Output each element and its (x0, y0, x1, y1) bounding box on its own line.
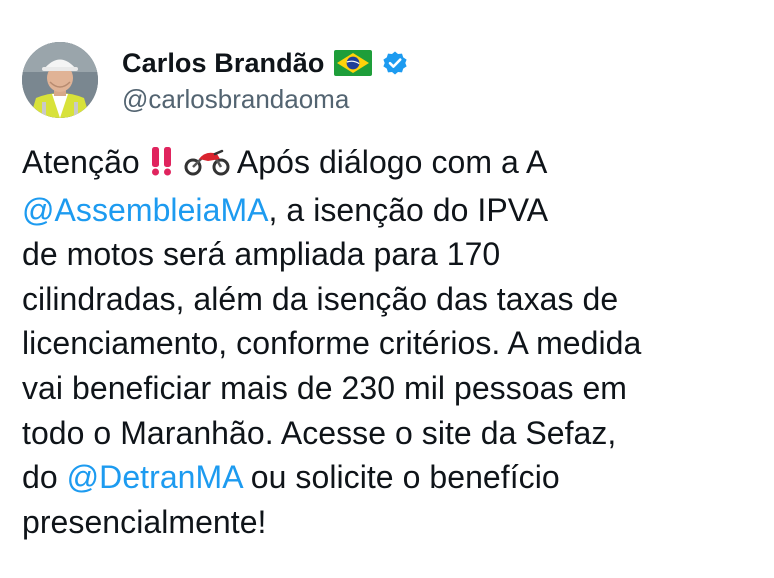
motorcycle-icon (184, 143, 230, 188)
tweet-line-2: @AssembleiaMA, a isenção do IPVA (22, 188, 767, 233)
tweet-line-3: de motos será ampliada para 170 (22, 236, 501, 273)
tweet-text-segment: Após diálogo com a A (236, 144, 548, 180)
author-display-name[interactable]: Carlos Brandão (122, 48, 324, 79)
author-name-row: Carlos Brandão (122, 46, 408, 80)
tweet-text-segment: Atenção (22, 144, 140, 180)
mention-link-assembleia[interactable]: @AssembleiaMA (22, 192, 269, 228)
brazil-flag-icon (334, 50, 373, 76)
avatar[interactable] (22, 42, 98, 118)
tweet-line-6: vai beneficiar mais de 230 mil pessoas e… (22, 369, 628, 406)
double-exclamation-icon (149, 143, 175, 188)
tweet-card: Carlos Brandão @carlosbrandaoma Atenção … (0, 0, 774, 578)
tweet-line-9: presencialmente! (22, 503, 267, 540)
mention-link-detran[interactable]: @DetranMA (67, 459, 242, 495)
author-handle[interactable]: @carlosbrandaoma (122, 84, 349, 115)
tweet-text-segment: ou solicite o benefício (241, 459, 560, 496)
tweet-line-5: licenciamento, conforme critérios. A med… (22, 325, 642, 362)
tweet-line-1: Atenção Após diálogo com a A (22, 140, 767, 188)
tweet-line-8: do @DetranMA ou solicite o benefício (22, 455, 767, 500)
avatar-image (22, 42, 98, 118)
tweet-line-7: todo o Maranhão. Acesse o site da Sefaz, (22, 414, 617, 451)
tweet-line-4: cilindradas, além da isenção das taxas d… (22, 280, 619, 317)
tweet-text-segment: , a isenção do IPVA (268, 191, 549, 228)
tweet-text: Atenção Após diálogo com a A @Assembleia… (22, 140, 767, 544)
tweet-text-segment: do (22, 459, 67, 496)
verified-badge-icon[interactable] (382, 50, 408, 76)
